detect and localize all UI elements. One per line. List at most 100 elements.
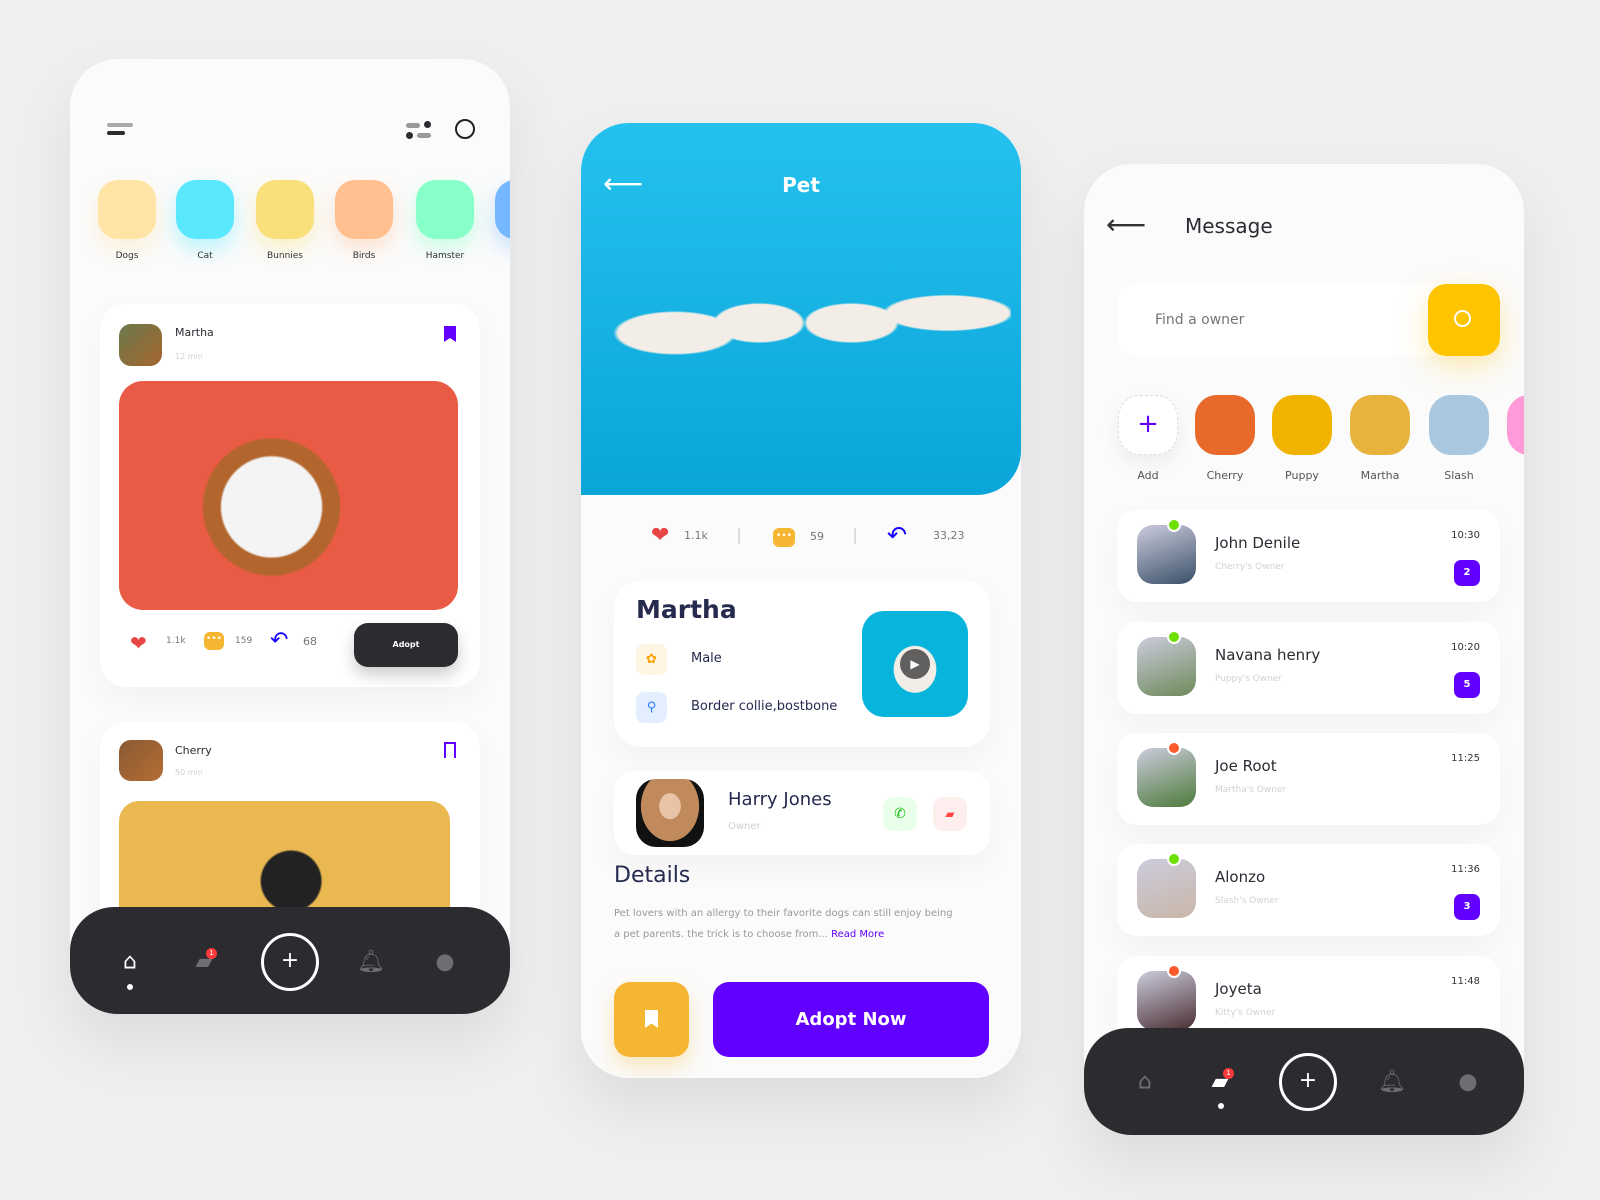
message-time: 10:30 bbox=[1451, 530, 1480, 541]
profile-icon[interactable]: ● bbox=[1458, 1070, 1477, 1095]
post-time: 50 min bbox=[175, 768, 203, 777]
conversation-item[interactable]: Alonzo Slash's Owner 11:36 3 bbox=[1117, 844, 1500, 936]
profile-icon[interactable]: ● bbox=[435, 950, 454, 975]
category-s[interactable] bbox=[495, 180, 510, 239]
bookmark-outline-icon[interactable] bbox=[444, 742, 456, 758]
contact-avatar bbox=[1137, 971, 1196, 1030]
filter-icon[interactable] bbox=[406, 121, 432, 139]
add-story-button[interactable]: + bbox=[1118, 395, 1178, 455]
post-photo[interactable] bbox=[119, 381, 458, 610]
contact-name: Navana henry bbox=[1215, 646, 1321, 664]
screen-title: Message bbox=[1185, 214, 1273, 238]
notification-badge: 1 bbox=[1223, 1068, 1234, 1079]
unread-badge: 2 bbox=[1454, 560, 1480, 586]
story-avatar[interactable] bbox=[1272, 395, 1332, 455]
read-more-link[interactable]: Read More bbox=[831, 929, 884, 940]
story-avatar[interactable] bbox=[1507, 395, 1524, 455]
category-hamster[interactable] bbox=[416, 180, 474, 239]
search-field[interactable] bbox=[1117, 284, 1500, 356]
owner-role: Owner bbox=[728, 821, 761, 832]
story-avatar[interactable] bbox=[1429, 395, 1489, 455]
message-time: 11:36 bbox=[1451, 864, 1480, 875]
story-label: Martha bbox=[1360, 469, 1400, 482]
menu-icon[interactable] bbox=[107, 123, 133, 135]
play-icon[interactable]: ▶ bbox=[900, 649, 930, 679]
category-cat[interactable] bbox=[176, 180, 234, 239]
divider bbox=[738, 528, 740, 544]
call-button[interactable]: ✆ bbox=[883, 797, 917, 831]
active-indicator bbox=[127, 984, 133, 990]
contact-name: Joe Root bbox=[1215, 757, 1277, 775]
details-body: Pet lovers with an allergy to their favo… bbox=[614, 908, 953, 940]
save-button[interactable] bbox=[614, 982, 689, 1057]
story-label: Puppy bbox=[1285, 469, 1319, 482]
divider bbox=[854, 528, 856, 544]
message-time: 11:25 bbox=[1451, 753, 1480, 764]
adopt-now-button[interactable]: Adopt Now bbox=[713, 982, 989, 1057]
comment-icon[interactable]: ••• bbox=[204, 632, 224, 650]
heart-icon[interactable]: ❤ bbox=[130, 631, 147, 655]
contact-name: Joyeta bbox=[1215, 980, 1262, 998]
pet-video-thumbnail[interactable]: ▶ bbox=[862, 611, 968, 717]
story-label: Slash bbox=[1444, 469, 1474, 482]
story-label: Ki bbox=[1502, 469, 1524, 482]
message-button[interactable]: ▰ bbox=[933, 797, 967, 831]
category-label: Hamster bbox=[425, 251, 465, 261]
details-text: Pet lovers with an allergy to their favo… bbox=[614, 903, 954, 945]
story-avatar[interactable] bbox=[1350, 395, 1410, 455]
unread-badge: 3 bbox=[1454, 894, 1480, 920]
status-indicator bbox=[1167, 518, 1181, 532]
avatar bbox=[119, 740, 163, 781]
bookmark-icon bbox=[645, 1010, 658, 1028]
category-label: Birds bbox=[352, 251, 376, 261]
status-indicator bbox=[1167, 741, 1181, 755]
story-avatar[interactable] bbox=[1195, 395, 1255, 455]
bell-icon[interactable]: 🔔︎ bbox=[357, 950, 385, 975]
active-indicator bbox=[1218, 1103, 1224, 1109]
comments-count: 59 bbox=[810, 530, 824, 543]
likes-count: 1.1k bbox=[166, 636, 186, 646]
pet-detail-screen: ⟵ Pet ❤ 1.1k ••• 59 ↶ 33,23 Martha ✿ Mal… bbox=[581, 123, 1021, 1078]
avatar bbox=[119, 324, 162, 366]
conversation-item[interactable]: Navana henry Puppy's Owner 10:20 5 bbox=[1117, 622, 1500, 714]
contact-name: Alonzo bbox=[1215, 868, 1266, 886]
contact-name: John Denile bbox=[1215, 534, 1301, 552]
contact-avatar bbox=[1137, 637, 1196, 696]
home-icon[interactable]: ⌂ bbox=[1138, 1070, 1152, 1095]
contact-avatar bbox=[1137, 859, 1196, 918]
status-indicator bbox=[1167, 964, 1181, 978]
back-arrow-icon[interactable]: ⟵ bbox=[1106, 208, 1146, 241]
contact-subtitle: Cherry's Owner bbox=[1215, 562, 1285, 572]
share-icon[interactable]: ↶ bbox=[270, 628, 288, 653]
adopt-button[interactable]: Adopt bbox=[354, 623, 458, 667]
contact-subtitle: Slash's Owner bbox=[1215, 896, 1279, 906]
category-birds[interactable] bbox=[335, 180, 393, 239]
home-icon[interactable]: ⌂ bbox=[123, 950, 137, 975]
bottom-nav: ⌂ ▰ 1 + 🔔︎ ● bbox=[70, 907, 510, 1014]
shares-count: 33,23 bbox=[933, 529, 965, 542]
post-author: Cherry bbox=[175, 744, 212, 757]
screen-title: Pet bbox=[782, 173, 820, 197]
bottom-nav: ⌂ ▰ 1 + 🔔︎ ● bbox=[1084, 1028, 1524, 1135]
search-icon[interactable] bbox=[455, 119, 475, 139]
bookmark-icon[interactable] bbox=[444, 326, 456, 342]
add-button[interactable]: + bbox=[261, 933, 319, 991]
status-indicator bbox=[1167, 630, 1181, 644]
category-dogs[interactable] bbox=[98, 180, 156, 239]
search-button[interactable] bbox=[1428, 284, 1500, 356]
category-bunnies[interactable] bbox=[256, 180, 314, 239]
add-button[interactable]: + bbox=[1279, 1053, 1337, 1111]
search-icon bbox=[1454, 310, 1471, 327]
paw-icon: ✿ bbox=[636, 644, 667, 675]
notification-badge: 1 bbox=[206, 948, 217, 959]
heart-icon[interactable]: ❤ bbox=[651, 523, 669, 548]
bell-icon[interactable]: 🔔︎ bbox=[1378, 1070, 1406, 1095]
post-author: Martha bbox=[175, 326, 214, 339]
conversation-item[interactable]: John Denile Cherry's Owner 10:30 2 bbox=[1117, 510, 1500, 602]
unread-badge: 5 bbox=[1454, 672, 1480, 698]
comment-icon[interactable]: ••• bbox=[773, 528, 795, 547]
share-icon[interactable]: ↶ bbox=[887, 521, 907, 549]
search-input[interactable] bbox=[1155, 284, 1405, 356]
conversation-item[interactable]: Joe Root Martha's Owner 11:25 bbox=[1117, 733, 1500, 825]
location-icon: ⚲ bbox=[636, 692, 667, 723]
